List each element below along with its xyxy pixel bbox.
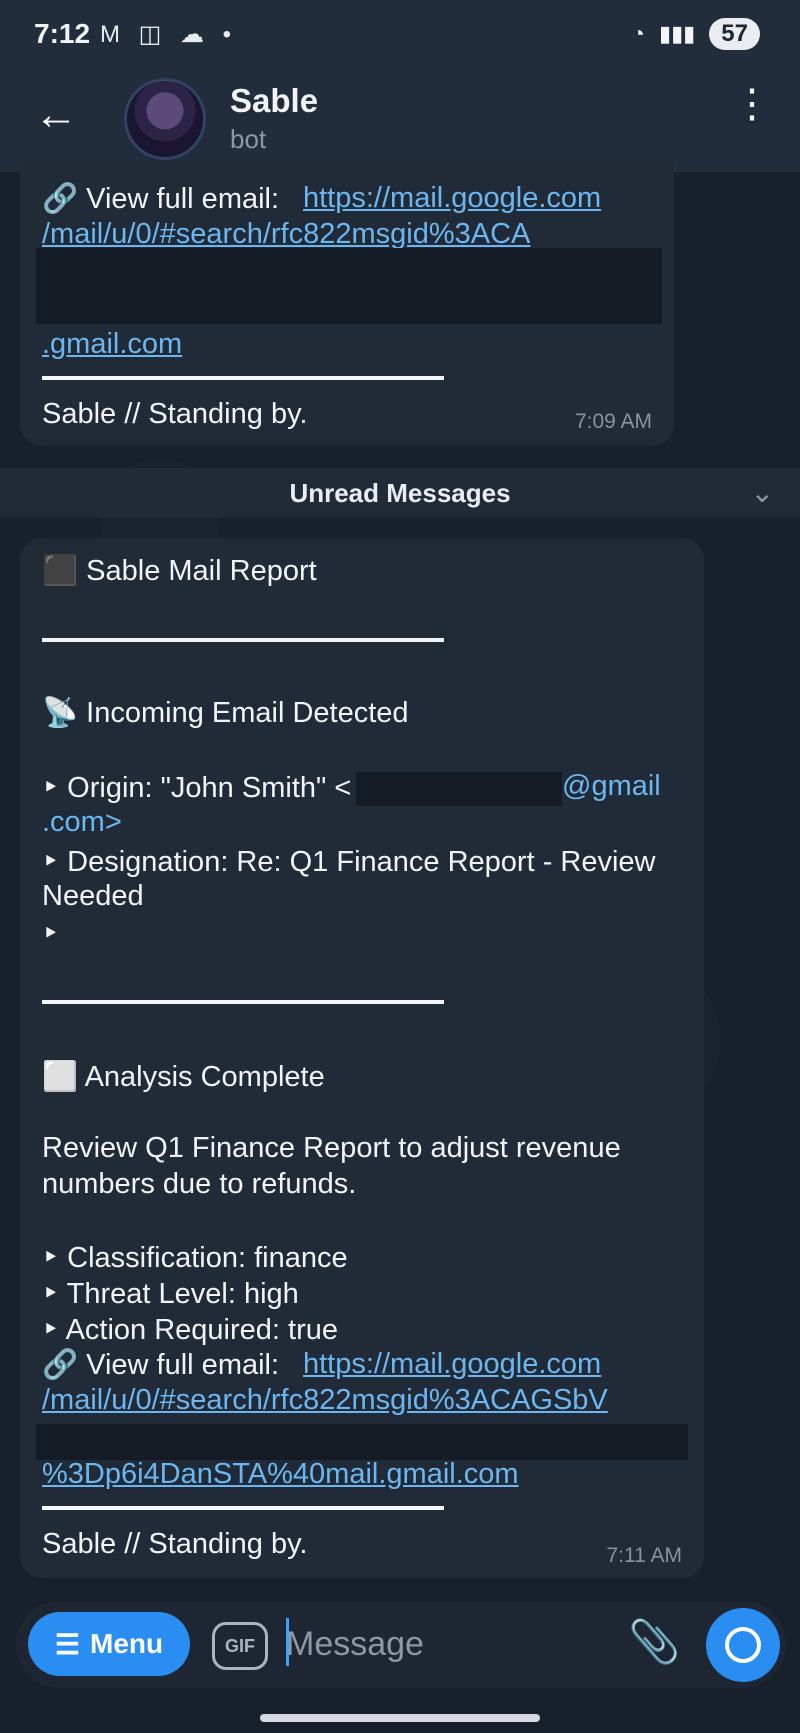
email-link-part-2[interactable]: /mail/u/0/#search/rfc822msgid%3ACAGSbV xyxy=(42,1384,608,1417)
redaction-block xyxy=(36,1424,688,1460)
wifi-icon: ◔ xyxy=(631,21,645,46)
divider-line xyxy=(42,1506,444,1510)
summary-line-1: Review Q1 Finance Report to adjust reven… xyxy=(42,1132,621,1164)
divider-line xyxy=(42,638,444,642)
hamburger-icon: ☰ xyxy=(54,1628,80,1660)
analysis-heading: ⬜ Analysis Complete xyxy=(42,1061,325,1093)
email-link-part-2[interactable]: /mail/u/0/#search/rfc822msgid%3ACA xyxy=(42,218,530,251)
empty-bullet: ‣ xyxy=(42,918,60,950)
message-bubble-1: 🔗 View full email: https://mail.google.c… xyxy=(20,160,674,446)
camera-button[interactable] xyxy=(706,1608,780,1682)
message-bubble-2: ⬛ Sable Mail Report 📡 Incoming Email Det… xyxy=(20,538,704,1578)
unread-divider: Unread Messages ⌄ xyxy=(0,468,800,518)
unread-label: Unread Messages xyxy=(289,478,511,508)
threat-level-line: ‣ Threat Level: high xyxy=(42,1278,299,1310)
status-bar: 7:12 M ◫ ☁ • ◔ ▮▮▮ 57 xyxy=(0,0,800,78)
designation-line-2: Needed xyxy=(42,880,144,912)
gif-button[interactable]: GIF xyxy=(212,1622,268,1670)
message-time: 7:11 AM xyxy=(606,1544,683,1567)
classification-line: ‣ Classification: finance xyxy=(42,1242,348,1274)
email-link-part-1[interactable]: https://mail.google.com xyxy=(303,1348,601,1381)
status-time: 7:12 xyxy=(34,18,91,49)
email-link-part-1[interactable]: https://mail.google.com xyxy=(303,182,601,215)
attachment-icon[interactable]: 📎 xyxy=(628,1618,680,1667)
camera-icon xyxy=(725,1627,761,1663)
chat-header: ← Sable bot ⋮ xyxy=(0,78,800,172)
email-link-part-3[interactable]: .gmail.com xyxy=(42,328,182,361)
message-input[interactable] xyxy=(284,1614,618,1674)
origin-email-domain[interactable]: @gmail xyxy=(562,770,661,803)
chevron-down-icon[interactable]: ⌄ xyxy=(751,476,774,509)
redaction-block xyxy=(36,248,662,324)
action-required-line: ‣ Action Required: true xyxy=(42,1314,338,1346)
back-arrow-icon[interactable]: ← xyxy=(34,90,78,140)
home-indicator xyxy=(260,1714,540,1722)
view-email-label: 🔗 View full email: xyxy=(42,1349,280,1381)
designation-line: ‣ Designation: Re: Q1 Finance Report - R… xyxy=(42,846,656,878)
origin-line-2: .com> xyxy=(42,806,122,839)
notification-icons: M ◫ ☁ • xyxy=(100,21,238,48)
divider-line xyxy=(42,376,444,380)
menu-button[interactable]: ☰ Menu xyxy=(28,1612,190,1676)
origin-email-tld[interactable]: .com> xyxy=(42,806,122,838)
bot-avatar[interactable] xyxy=(124,78,206,160)
incoming-heading: 📡 Incoming Email Detected xyxy=(42,697,409,729)
signal-icon: ▮▮▮ xyxy=(658,21,696,46)
view-email-label: 🔗 View full email: xyxy=(42,183,280,215)
message-time: 7:09 AM xyxy=(574,410,652,433)
chat-subtitle: bot xyxy=(230,124,267,154)
message-footer: Sable // Standing by. xyxy=(42,1528,308,1560)
summary-line-2: numbers due to refunds. xyxy=(42,1168,357,1200)
more-options-icon[interactable]: ⋮ xyxy=(732,84,772,124)
battery-indicator: 57 xyxy=(709,18,760,50)
message-footer: Sable // Standing by. xyxy=(42,398,308,430)
chat-title[interactable]: Sable xyxy=(230,82,318,120)
report-title: ⬛ Sable Mail Report xyxy=(42,555,317,587)
system-indicators: ◔ ▮▮▮ 57 xyxy=(632,18,760,50)
menu-label: Menu xyxy=(90,1628,164,1659)
redaction-block xyxy=(356,772,562,806)
divider-line xyxy=(42,1000,444,1004)
email-link-part-3[interactable]: %3Dp6i4DanSTA%40mail.gmail.com xyxy=(42,1458,519,1491)
origin-line: ‣ Origin: "John Smith" < xyxy=(42,772,352,804)
